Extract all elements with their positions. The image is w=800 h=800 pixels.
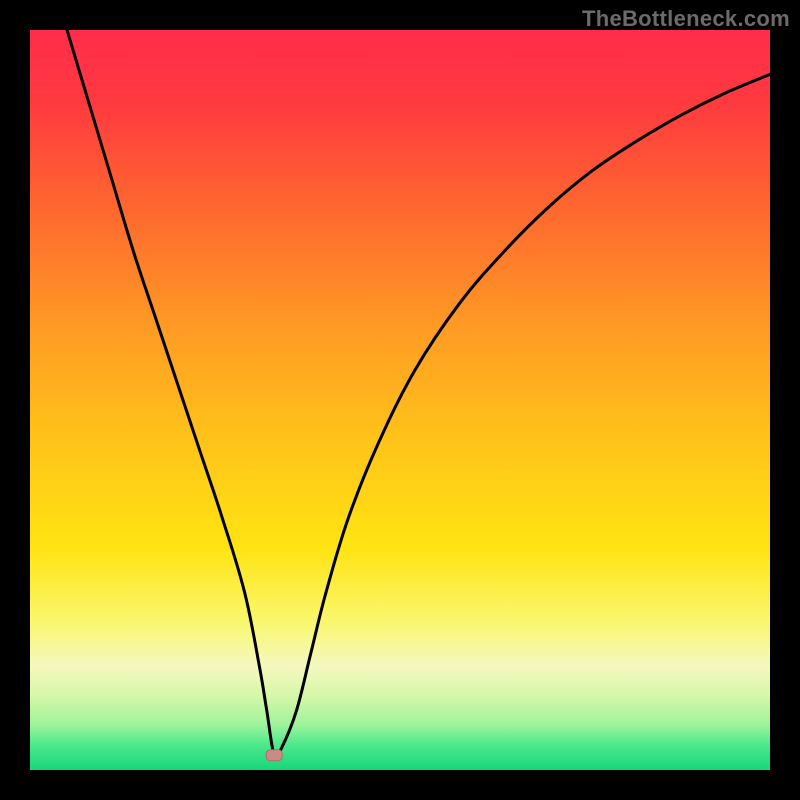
plot-area [30,30,770,770]
chart-frame: TheBottleneck.com [0,0,800,800]
optimal-marker [266,750,282,761]
watermark-text: TheBottleneck.com [582,6,790,32]
chart-canvas [30,30,770,770]
